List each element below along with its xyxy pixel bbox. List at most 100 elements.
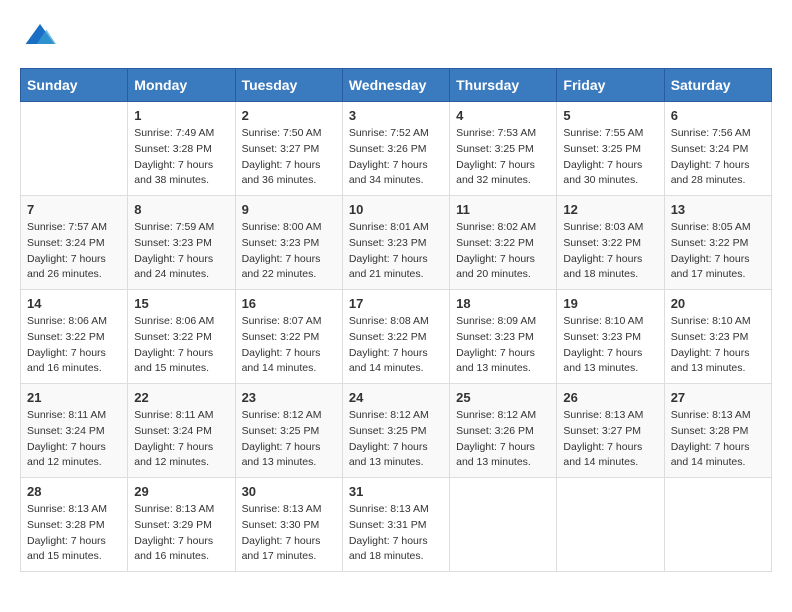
calendar-cell: 19 Sunrise: 8:10 AMSunset: 3:23 PMDaylig… <box>557 290 664 384</box>
day-number: 17 <box>349 296 443 311</box>
day-info: Sunrise: 8:06 AMSunset: 3:22 PMDaylight:… <box>27 314 121 377</box>
day-number: 6 <box>671 108 765 123</box>
day-number: 13 <box>671 202 765 217</box>
calendar-cell: 29 Sunrise: 8:13 AMSunset: 3:29 PMDaylig… <box>128 478 235 572</box>
calendar-cell: 12 Sunrise: 8:03 AMSunset: 3:22 PMDaylig… <box>557 196 664 290</box>
day-number: 20 <box>671 296 765 311</box>
day-number: 2 <box>242 108 336 123</box>
calendar-cell <box>664 478 771 572</box>
day-info: Sunrise: 8:11 AMSunset: 3:24 PMDaylight:… <box>134 408 228 471</box>
header-monday: Monday <box>128 69 235 102</box>
calendar-cell: 28 Sunrise: 8:13 AMSunset: 3:28 PMDaylig… <box>21 478 128 572</box>
day-number: 18 <box>456 296 550 311</box>
day-info: Sunrise: 8:09 AMSunset: 3:23 PMDaylight:… <box>456 314 550 377</box>
day-info: Sunrise: 8:06 AMSunset: 3:22 PMDaylight:… <box>134 314 228 377</box>
day-number: 23 <box>242 390 336 405</box>
day-info: Sunrise: 8:13 AMSunset: 3:31 PMDaylight:… <box>349 502 443 565</box>
calendar-cell: 3 Sunrise: 7:52 AMSunset: 3:26 PMDayligh… <box>342 102 449 196</box>
day-info: Sunrise: 7:56 AMSunset: 3:24 PMDaylight:… <box>671 126 765 189</box>
calendar-cell: 6 Sunrise: 7:56 AMSunset: 3:24 PMDayligh… <box>664 102 771 196</box>
calendar-week-row: 21 Sunrise: 8:11 AMSunset: 3:24 PMDaylig… <box>21 384 772 478</box>
calendar-cell <box>450 478 557 572</box>
day-info: Sunrise: 8:08 AMSunset: 3:22 PMDaylight:… <box>349 314 443 377</box>
day-info: Sunrise: 7:57 AMSunset: 3:24 PMDaylight:… <box>27 220 121 283</box>
day-number: 4 <box>456 108 550 123</box>
day-number: 29 <box>134 484 228 499</box>
calendar-cell: 16 Sunrise: 8:07 AMSunset: 3:22 PMDaylig… <box>235 290 342 384</box>
day-info: Sunrise: 8:13 AMSunset: 3:28 PMDaylight:… <box>27 502 121 565</box>
calendar-cell: 20 Sunrise: 8:10 AMSunset: 3:23 PMDaylig… <box>664 290 771 384</box>
day-info: Sunrise: 8:00 AMSunset: 3:23 PMDaylight:… <box>242 220 336 283</box>
day-number: 30 <box>242 484 336 499</box>
day-number: 12 <box>563 202 657 217</box>
day-number: 22 <box>134 390 228 405</box>
day-number: 28 <box>27 484 121 499</box>
day-info: Sunrise: 8:13 AMSunset: 3:27 PMDaylight:… <box>563 408 657 471</box>
day-number: 21 <box>27 390 121 405</box>
calendar-cell <box>21 102 128 196</box>
day-info: Sunrise: 8:11 AMSunset: 3:24 PMDaylight:… <box>27 408 121 471</box>
day-number: 19 <box>563 296 657 311</box>
day-number: 11 <box>456 202 550 217</box>
day-info: Sunrise: 8:12 AMSunset: 3:25 PMDaylight:… <box>349 408 443 471</box>
logo <box>20 20 56 52</box>
day-info: Sunrise: 7:50 AMSunset: 3:27 PMDaylight:… <box>242 126 336 189</box>
day-info: Sunrise: 8:10 AMSunset: 3:23 PMDaylight:… <box>671 314 765 377</box>
calendar-cell: 27 Sunrise: 8:13 AMSunset: 3:28 PMDaylig… <box>664 384 771 478</box>
calendar-cell: 15 Sunrise: 8:06 AMSunset: 3:22 PMDaylig… <box>128 290 235 384</box>
calendar-cell: 17 Sunrise: 8:08 AMSunset: 3:22 PMDaylig… <box>342 290 449 384</box>
calendar-week-row: 28 Sunrise: 8:13 AMSunset: 3:28 PMDaylig… <box>21 478 772 572</box>
logo-icon <box>24 20 56 52</box>
calendar-cell: 22 Sunrise: 8:11 AMSunset: 3:24 PMDaylig… <box>128 384 235 478</box>
calendar-cell: 4 Sunrise: 7:53 AMSunset: 3:25 PMDayligh… <box>450 102 557 196</box>
day-info: Sunrise: 8:13 AMSunset: 3:30 PMDaylight:… <box>242 502 336 565</box>
header-wednesday: Wednesday <box>342 69 449 102</box>
header-sunday: Sunday <box>21 69 128 102</box>
header-thursday: Thursday <box>450 69 557 102</box>
day-info: Sunrise: 8:12 AMSunset: 3:26 PMDaylight:… <box>456 408 550 471</box>
calendar-cell: 18 Sunrise: 8:09 AMSunset: 3:23 PMDaylig… <box>450 290 557 384</box>
day-number: 26 <box>563 390 657 405</box>
day-number: 15 <box>134 296 228 311</box>
day-number: 5 <box>563 108 657 123</box>
day-info: Sunrise: 7:59 AMSunset: 3:23 PMDaylight:… <box>134 220 228 283</box>
calendar-week-row: 7 Sunrise: 7:57 AMSunset: 3:24 PMDayligh… <box>21 196 772 290</box>
day-info: Sunrise: 8:12 AMSunset: 3:25 PMDaylight:… <box>242 408 336 471</box>
day-info: Sunrise: 7:53 AMSunset: 3:25 PMDaylight:… <box>456 126 550 189</box>
day-number: 3 <box>349 108 443 123</box>
day-info: Sunrise: 7:49 AMSunset: 3:28 PMDaylight:… <box>134 126 228 189</box>
calendar-cell: 5 Sunrise: 7:55 AMSunset: 3:25 PMDayligh… <box>557 102 664 196</box>
day-info: Sunrise: 8:13 AMSunset: 3:28 PMDaylight:… <box>671 408 765 471</box>
day-info: Sunrise: 8:10 AMSunset: 3:23 PMDaylight:… <box>563 314 657 377</box>
header-saturday: Saturday <box>664 69 771 102</box>
calendar-cell: 8 Sunrise: 7:59 AMSunset: 3:23 PMDayligh… <box>128 196 235 290</box>
day-info: Sunrise: 8:02 AMSunset: 3:22 PMDaylight:… <box>456 220 550 283</box>
day-info: Sunrise: 7:52 AMSunset: 3:26 PMDaylight:… <box>349 126 443 189</box>
day-info: Sunrise: 8:13 AMSunset: 3:29 PMDaylight:… <box>134 502 228 565</box>
calendar-cell: 23 Sunrise: 8:12 AMSunset: 3:25 PMDaylig… <box>235 384 342 478</box>
day-number: 10 <box>349 202 443 217</box>
calendar-cell: 14 Sunrise: 8:06 AMSunset: 3:22 PMDaylig… <box>21 290 128 384</box>
calendar-cell: 24 Sunrise: 8:12 AMSunset: 3:25 PMDaylig… <box>342 384 449 478</box>
calendar-cell: 30 Sunrise: 8:13 AMSunset: 3:30 PMDaylig… <box>235 478 342 572</box>
calendar-cell: 11 Sunrise: 8:02 AMSunset: 3:22 PMDaylig… <box>450 196 557 290</box>
day-number: 25 <box>456 390 550 405</box>
day-number: 9 <box>242 202 336 217</box>
day-number: 1 <box>134 108 228 123</box>
day-info: Sunrise: 7:55 AMSunset: 3:25 PMDaylight:… <box>563 126 657 189</box>
day-number: 16 <box>242 296 336 311</box>
calendar-table: SundayMondayTuesdayWednesdayThursdayFrid… <box>20 68 772 572</box>
day-number: 8 <box>134 202 228 217</box>
page-header <box>20 20 772 52</box>
day-number: 14 <box>27 296 121 311</box>
calendar-cell: 21 Sunrise: 8:11 AMSunset: 3:24 PMDaylig… <box>21 384 128 478</box>
calendar-cell: 25 Sunrise: 8:12 AMSunset: 3:26 PMDaylig… <box>450 384 557 478</box>
header-friday: Friday <box>557 69 664 102</box>
calendar-week-row: 14 Sunrise: 8:06 AMSunset: 3:22 PMDaylig… <box>21 290 772 384</box>
calendar-cell: 2 Sunrise: 7:50 AMSunset: 3:27 PMDayligh… <box>235 102 342 196</box>
calendar-cell <box>557 478 664 572</box>
header-tuesday: Tuesday <box>235 69 342 102</box>
day-info: Sunrise: 8:03 AMSunset: 3:22 PMDaylight:… <box>563 220 657 283</box>
calendar-cell: 13 Sunrise: 8:05 AMSunset: 3:22 PMDaylig… <box>664 196 771 290</box>
calendar-cell: 9 Sunrise: 8:00 AMSunset: 3:23 PMDayligh… <box>235 196 342 290</box>
